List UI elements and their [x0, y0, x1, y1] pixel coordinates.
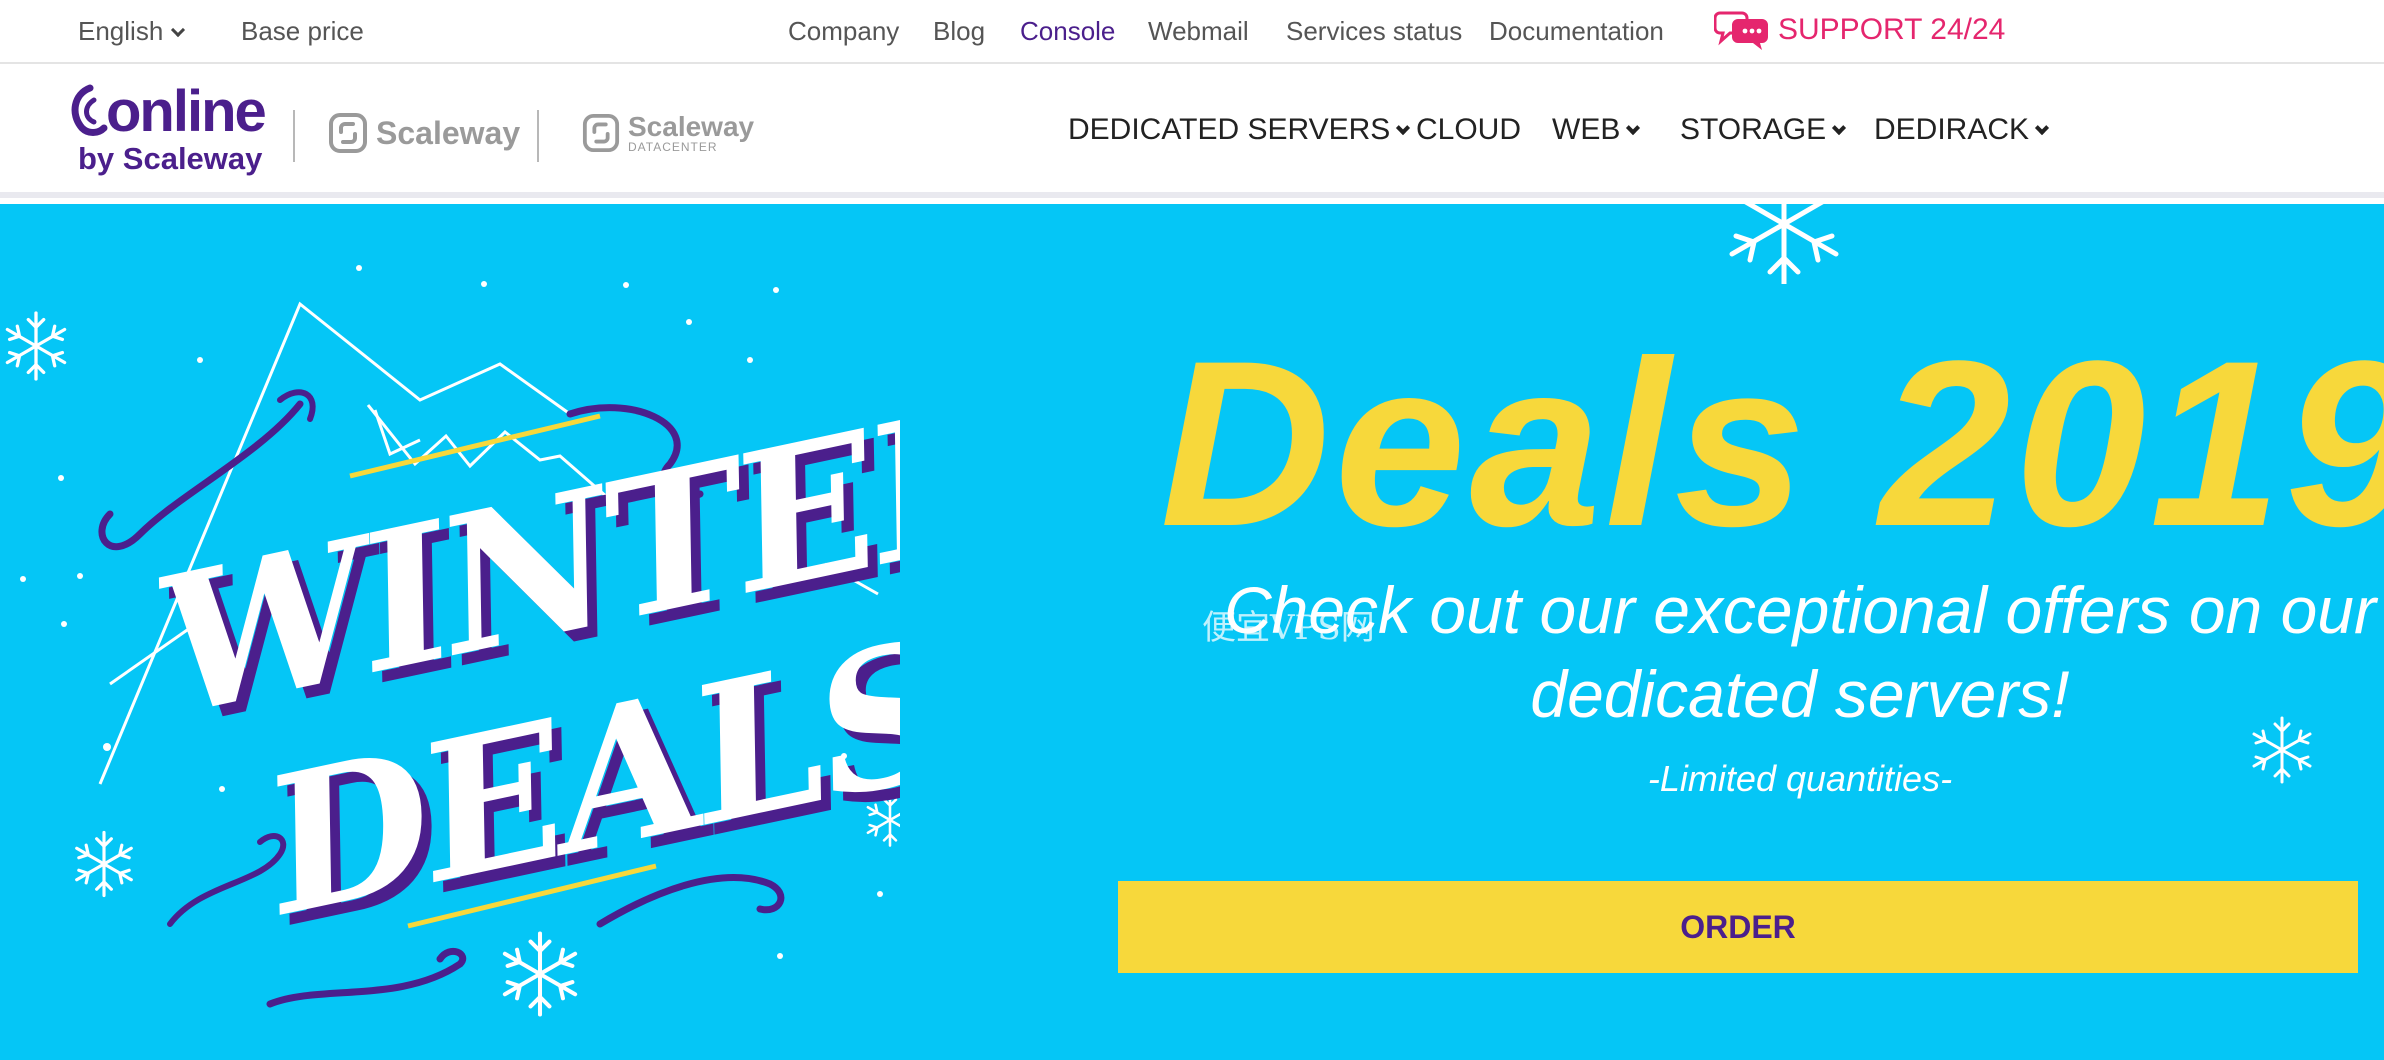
- nav-dedicated-servers[interactable]: DEDICATED SERVERS: [1068, 112, 1411, 148]
- chevron-down-icon: [1626, 120, 1641, 136]
- nav-item-label: WEB: [1552, 113, 1621, 146]
- winter-deals-banner: WINTER WINTER DEALS DEALS Deals 2019 Che…: [0, 204, 2384, 1060]
- snowflake-icon: [1729, 204, 1839, 284]
- top-utility-bar: English Base price Company Blog Console …: [0, 0, 2384, 64]
- nav-dedirack[interactable]: DEDIRACK: [1874, 112, 2050, 148]
- language-selector[interactable]: English: [78, 14, 186, 48]
- hero-subline-2: dedicated servers!: [1530, 657, 2070, 731]
- chat-bubbles-icon: [1714, 11, 1768, 50]
- company-link[interactable]: Company: [788, 14, 899, 48]
- nav-item-label: STORAGE: [1680, 113, 1827, 146]
- language-label: English: [78, 16, 164, 46]
- logo-divider: [293, 110, 295, 162]
- nav-cloud[interactable]: CLOUD: [1416, 112, 1521, 148]
- nav-item-label: CLOUD: [1416, 113, 1522, 146]
- scaleway-icon: [329, 113, 367, 153]
- watermark-text: 便宜VPS网: [1202, 608, 1375, 648]
- online-wordmark: online: [106, 79, 267, 144]
- logo-divider: [537, 110, 539, 162]
- chevron-down-icon: [2034, 120, 2050, 136]
- scaleway-name: Scaleway: [376, 115, 521, 151]
- nav-storage[interactable]: STORAGE: [1680, 112, 1847, 148]
- scaleway-dc-name: Scaleway: [628, 111, 755, 142]
- nav-item-label: DEDIRACK: [1874, 113, 2030, 146]
- winter-deals-illustration: WINTER WINTER DEALS DEALS: [5, 265, 900, 1060]
- support-label: SUPPORT 24/24: [1778, 13, 2006, 46]
- main-navbar: online by Scaleway Scaleway Scaleway DAT…: [0, 64, 2384, 198]
- blog-link[interactable]: Blog: [933, 14, 985, 48]
- services-status-link[interactable]: Services status: [1286, 14, 1462, 48]
- chevron-down-icon: [171, 22, 186, 38]
- scaleway-logo[interactable]: Scaleway: [328, 112, 520, 154]
- chevron-down-icon: [1396, 120, 1411, 136]
- scaleway-icon: [582, 114, 620, 152]
- documentation-link[interactable]: Documentation: [1489, 14, 1664, 48]
- support-link[interactable]: SUPPORT 24/24: [1714, 8, 2005, 52]
- console-link[interactable]: Console: [1020, 14, 1115, 48]
- chevron-down-icon: [1832, 120, 1847, 136]
- scaleway-datacenter-logo[interactable]: Scaleway DATACENTER: [582, 112, 754, 154]
- nav-web[interactable]: WEB: [1552, 112, 1641, 148]
- base-price-link[interactable]: Base price: [241, 14, 364, 48]
- limited-quantities-text: -Limited quantities-: [1647, 758, 1953, 799]
- order-button[interactable]: ORDER: [1118, 881, 2358, 973]
- hero-headline: Deals 2019: [1160, 312, 2384, 576]
- online-subtitle: by Scaleway: [78, 141, 263, 176]
- scaleway-dc-subtitle: DATACENTER: [628, 140, 718, 154]
- webmail-link[interactable]: Webmail: [1148, 14, 1249, 48]
- nav-item-label: DEDICATED SERVERS: [1068, 113, 1391, 146]
